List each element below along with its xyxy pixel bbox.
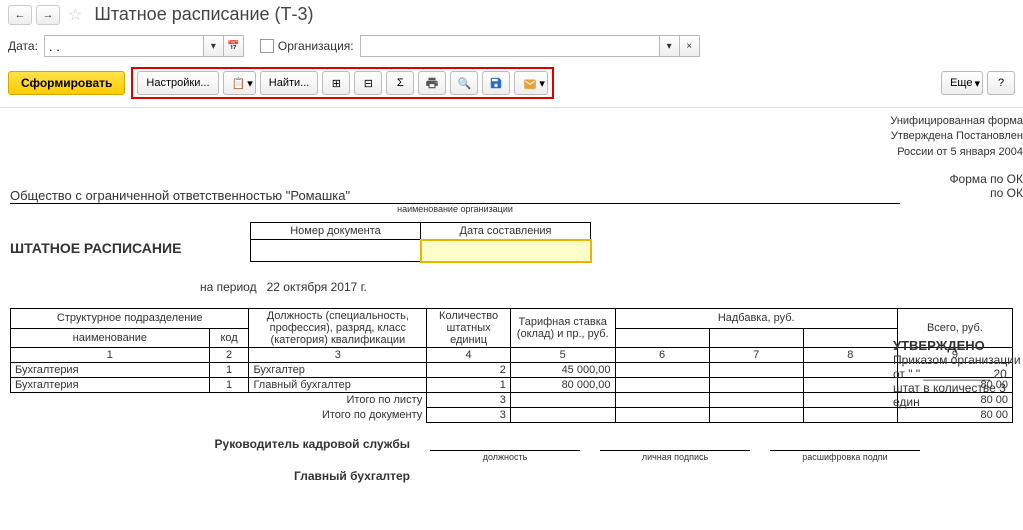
- org-dropdown-button[interactable]: ▾: [660, 35, 680, 57]
- org-name-line: Общество с ограниченной ответственностью…: [10, 188, 1013, 214]
- total-row-sheet: Итого по листу 3 80 00: [11, 393, 1013, 408]
- preview-button[interactable]: 🔍: [450, 71, 478, 95]
- email-button[interactable]: ▾: [514, 71, 548, 95]
- envelope-icon: [523, 77, 537, 89]
- sum-button[interactable]: Σ: [386, 71, 414, 95]
- settings-button[interactable]: Настройки...: [137, 71, 218, 95]
- form-report-button[interactable]: Сформировать: [8, 71, 125, 95]
- doc-date-cell[interactable]: [421, 240, 591, 262]
- form-codes: Форма по ОК по ОК: [949, 172, 1023, 200]
- page-title: Штатное расписание (Т-3): [94, 4, 313, 25]
- print-button[interactable]: [418, 71, 446, 95]
- toolbar-group: Настройки... 📋▾ Найти... ⊞ ⊟ Σ 🔍 ▾: [131, 67, 553, 99]
- calendar-icon: 📅: [227, 41, 239, 52]
- table-row[interactable]: Бухгалтерия 1 Бухгалтер 2 45 000,00: [11, 363, 1013, 378]
- table-row[interactable]: Бухгалтерия 1 Главный бухгалтер 1 80 000…: [11, 378, 1013, 393]
- collapse-groups-button[interactable]: ⊟: [354, 71, 382, 95]
- paste-button[interactable]: 📋▾: [223, 71, 256, 95]
- report-area: Унифицированная форма Утверждена Постано…: [0, 107, 1023, 503]
- form-notes: Унифицированная форма Утверждена Постано…: [890, 114, 1023, 160]
- signature-row-acc: Главный бухгалтер: [10, 469, 1013, 483]
- nav-forward-button[interactable]: →: [36, 5, 60, 25]
- expand-groups-button[interactable]: ⊞: [322, 71, 350, 95]
- org-input[interactable]: [360, 35, 660, 57]
- doc-number-cell[interactable]: [251, 240, 421, 262]
- collapse-icon: ⊟: [364, 77, 373, 90]
- date-dropdown-button[interactable]: ▾: [204, 35, 224, 57]
- nav-back-button[interactable]: ←: [8, 5, 32, 25]
- calendar-button[interactable]: 📅: [224, 35, 244, 57]
- help-button[interactable]: ?: [987, 71, 1015, 95]
- favorite-star-icon[interactable]: ☆: [68, 5, 82, 25]
- print-icon: [425, 76, 439, 90]
- clipboard-icon: 📋: [232, 77, 246, 90]
- date-input[interactable]: [44, 35, 204, 57]
- expand-icon: ⊞: [332, 77, 341, 90]
- magnifier-page-icon: 🔍: [457, 77, 471, 90]
- staffing-table: Структурное подразделение Должность (спе…: [10, 308, 1013, 423]
- signature-row-hr: Руководитель кадровой службы должность л…: [10, 437, 1013, 451]
- doc-number-table: Номер документа Дата составления: [250, 222, 591, 262]
- find-button[interactable]: Найти...: [260, 71, 319, 95]
- date-label: Дата:: [8, 39, 38, 53]
- more-button[interactable]: Еще▾: [941, 71, 983, 95]
- floppy-icon: [489, 76, 503, 90]
- org-label: Организация:: [278, 39, 354, 53]
- doc-title: ШТАТНОЕ РАСПИСАНИЕ: [10, 222, 250, 256]
- sigma-icon: Σ: [397, 77, 404, 89]
- save-button[interactable]: [482, 71, 510, 95]
- org-checkbox[interactable]: [260, 39, 274, 53]
- approved-block: УТВЕРЖДЕНО Приказом организации от " " _…: [893, 338, 1023, 409]
- org-clear-button[interactable]: ×: [680, 35, 700, 57]
- total-row-doc: Итого по документу 3 80 00: [11, 408, 1013, 423]
